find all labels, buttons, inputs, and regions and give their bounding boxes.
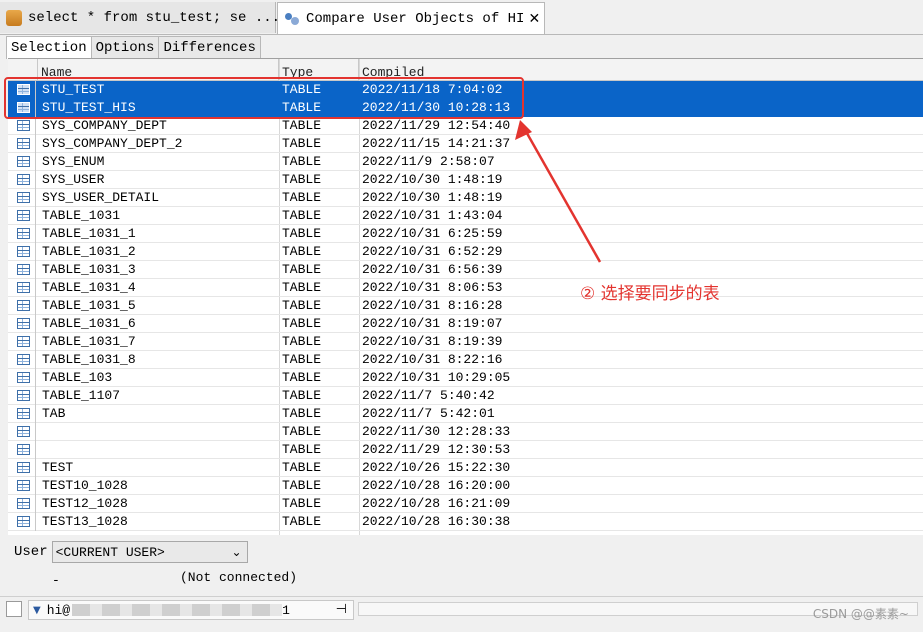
connection-selector[interactable]: ▼ hi@ 1 ⊣ <box>28 600 354 620</box>
pin-icon[interactable]: ⊣ <box>336 602 347 617</box>
chevron-down-icon: ⌄ <box>231 545 242 559</box>
status-checkbox[interactable] <box>6 601 22 617</box>
status-bar: ▼ hi@ 1 ⊣ CSDN @@素素~ <box>0 596 923 632</box>
user-row: User <CURRENT USER> ⌄ <box>14 540 248 564</box>
user-select-value: <CURRENT USER> <box>55 544 165 560</box>
dropdown-triangle-icon: ▼ <box>33 604 41 616</box>
status-dash: - <box>52 573 60 588</box>
redacted-connection <box>72 604 283 616</box>
annotation-text: ② 选择要同步的表 <box>580 284 720 304</box>
user-select[interactable]: <CURRENT USER> ⌄ <box>51 541 248 563</box>
user-label: User <box>14 544 48 560</box>
watermark: CSDN @@素素~ <box>812 607 909 621</box>
connection-prefix: hi@ <box>46 602 71 618</box>
annotation-arrow <box>515 120 602 263</box>
connection-status: (Not connected) <box>180 570 298 585</box>
connection-suffix: 1 <box>282 602 290 618</box>
